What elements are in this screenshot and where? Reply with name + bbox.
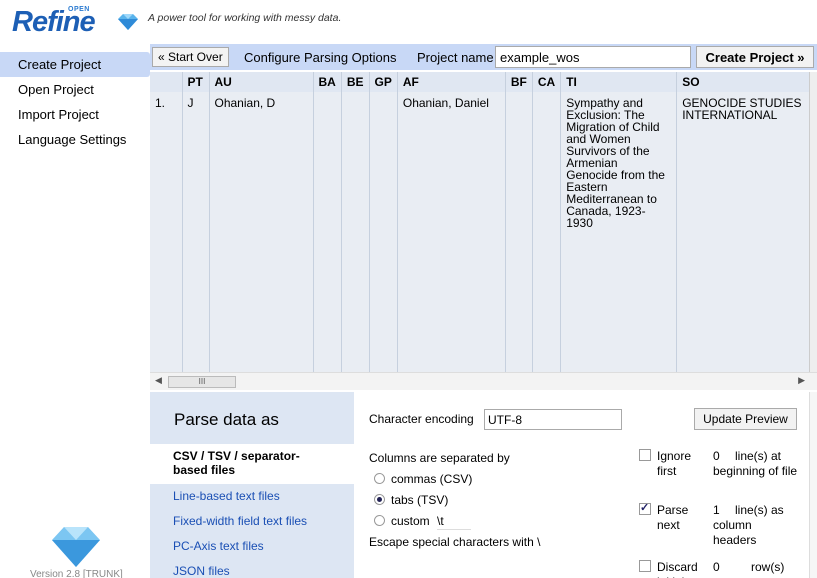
parse-format-panel: Parse data as CSV / TSV / separator-base… xyxy=(150,392,354,578)
column-header-ba[interactable]: BA xyxy=(313,72,342,92)
discard-initial-label: Discard initial xyxy=(657,560,698,578)
separator-option-label: tabs (TSV) xyxy=(391,493,449,507)
parsing-toolbar: « Start Over Configure Parsing Options P… xyxy=(150,44,817,70)
table-cell xyxy=(369,92,398,386)
character-encoding-label: Character encoding xyxy=(369,412,474,426)
diamond-icon xyxy=(118,14,138,30)
table-cell xyxy=(313,92,342,386)
parse-next-checkbox[interactable] xyxy=(639,501,651,515)
sidebar-item-create-project[interactable]: Create Project xyxy=(0,52,150,77)
ignore-first-desc: line(s) at beginning of file xyxy=(713,449,798,478)
logo-open-label: OPEN xyxy=(68,6,90,13)
discard-initial-checkbox[interactable] xyxy=(639,560,651,572)
character-encoding-input[interactable] xyxy=(484,409,622,430)
start-over-button[interactable]: « Start Over xyxy=(152,47,229,67)
create-project-button[interactable]: Create Project » xyxy=(696,46,814,68)
table-row: 1. J Ohanian, D Ohanian, Daniel Sympathy… xyxy=(150,92,817,386)
table-cell: Ohanian, D xyxy=(209,92,314,386)
column-header-be[interactable]: BE xyxy=(341,72,370,92)
separator-option-commas[interactable]: commas (CSV) xyxy=(374,472,472,486)
preview-table: PT AU BA BE GP AF BF CA TI SO 1. J Ohani… xyxy=(150,72,817,386)
parse-next-label: Parse next xyxy=(657,503,689,532)
column-header-index xyxy=(150,72,183,92)
column-header-bf[interactable]: BF xyxy=(505,72,533,92)
format-fixed-width[interactable]: Fixed-width field text files xyxy=(150,511,354,531)
version-label: Version 2.8 [TRUNK] xyxy=(30,569,123,578)
format-csv-tsv[interactable]: CSV / TSV / separator-based files xyxy=(150,444,354,484)
separator-option-label: custom xyxy=(391,514,430,528)
radio-icon[interactable] xyxy=(374,473,385,484)
row-index: 1. xyxy=(150,92,183,386)
table-cell: J xyxy=(182,92,210,386)
table-cell: Sympathy and Exclusion: The Migration of… xyxy=(560,92,678,386)
parse-next-desc: line(s) as column headers xyxy=(713,503,784,547)
separator-option-tabs[interactable]: tabs (TSV) xyxy=(374,493,448,507)
sidebar-item-open-project[interactable]: Open Project xyxy=(0,77,150,102)
column-header-af[interactable]: AF xyxy=(397,72,506,92)
scroll-left-icon[interactable]: ◀ xyxy=(155,375,162,386)
header: Refine OPEN A power tool for working wit… xyxy=(0,0,817,40)
separator-label: Columns are separated by xyxy=(369,451,510,465)
horizontal-scrollbar[interactable]: ◀ III ▶ xyxy=(150,372,817,390)
table-cell: GENOCIDE STUDIES INTERNATIONAL xyxy=(676,92,817,386)
format-json[interactable]: JSON files xyxy=(150,561,354,578)
ignore-first-label: Ignore first xyxy=(657,449,692,478)
column-header-ca[interactable]: CA xyxy=(532,72,562,92)
configure-parsing-label: Configure Parsing Options xyxy=(244,50,397,65)
separator-option-custom[interactable]: custom \t xyxy=(374,514,472,530)
escape-characters-label: Escape special characters with \ xyxy=(369,535,541,549)
column-header-pt[interactable]: PT xyxy=(182,72,210,92)
column-header-so[interactable]: SO xyxy=(676,72,817,92)
format-pc-axis[interactable]: PC-Axis text files xyxy=(150,536,354,556)
table-cell: Ohanian, Daniel xyxy=(397,92,506,386)
data-preview: PT AU BA BE GP AF BF CA TI SO 1. J Ohani… xyxy=(150,72,817,390)
discard-initial-desc: row(s) xyxy=(751,560,785,574)
column-header-au[interactable]: AU xyxy=(209,72,314,92)
separator-option-label: commas (CSV) xyxy=(391,472,473,486)
custom-separator-input[interactable]: \t xyxy=(437,514,472,530)
sidebar-item-language-settings[interactable]: Language Settings xyxy=(0,127,150,152)
discard-initial-value[interactable]: 0 xyxy=(713,560,743,574)
left-sidebar: Create Project Open Project Import Proje… xyxy=(0,44,150,578)
format-line-based[interactable]: Line-based text files xyxy=(150,486,354,506)
column-header-ti[interactable]: TI xyxy=(560,72,678,92)
table-cell xyxy=(532,92,562,386)
table-header-row: PT AU BA BE GP AF BF CA TI SO xyxy=(150,72,817,92)
scroll-right-icon[interactable]: ▶ xyxy=(798,375,805,386)
column-header-gp[interactable]: GP xyxy=(369,72,398,92)
tagline: A power tool for working with messy data… xyxy=(148,12,342,24)
vertical-scrollbar[interactable] xyxy=(809,392,817,578)
diamond-icon xyxy=(52,527,100,567)
parse-heading: Parse data as xyxy=(174,410,279,429)
sidebar-item-import-project[interactable]: Import Project xyxy=(0,102,150,127)
radio-selected-icon[interactable] xyxy=(374,494,385,505)
table-cell xyxy=(341,92,370,386)
update-preview-button[interactable]: Update Preview xyxy=(694,408,797,430)
project-name-label: Project name xyxy=(417,50,494,65)
vertical-scrollbar[interactable] xyxy=(809,72,817,372)
radio-icon[interactable] xyxy=(374,515,385,526)
ignore-first-checkbox[interactable] xyxy=(639,449,651,461)
scroll-thumb[interactable]: III xyxy=(168,376,236,388)
table-cell xyxy=(505,92,533,386)
parse-options-panel: Character encoding Update Preview Column… xyxy=(354,392,817,578)
project-name-input[interactable] xyxy=(495,46,691,68)
